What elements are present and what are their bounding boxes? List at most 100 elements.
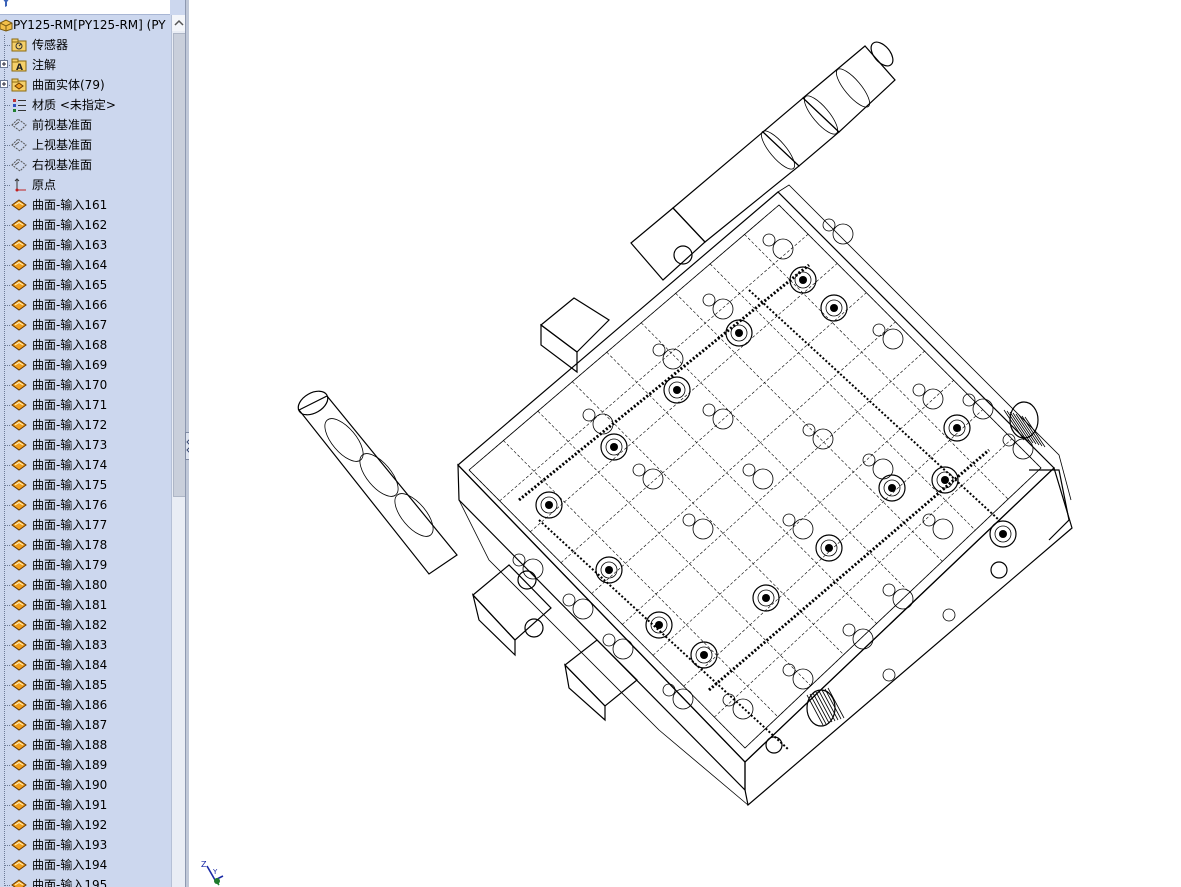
tree-item-label: 曲面-输入165: [32, 278, 108, 292]
tree-root-label: PY125-RM[PY125-RM] (PY: [13, 18, 166, 32]
tree-item[interactable]: 曲面-输入184: [0, 655, 172, 675]
tree-item[interactable]: 曲面-输入192: [0, 815, 172, 835]
plane-icon: [11, 138, 27, 152]
surface-import-icon: [11, 679, 27, 691]
tree-item-label: 曲面-输入180: [32, 578, 108, 592]
filter-icon[interactable]: [1, 0, 11, 8]
tree-item[interactable]: 曲面实体(79): [0, 75, 172, 95]
tree-item-label: 曲面-输入162: [32, 218, 108, 232]
tree-item[interactable]: 曲面-输入165: [0, 275, 172, 295]
tree-item-label: 曲面-输入194: [32, 858, 108, 872]
surface-import-icon: [11, 219, 27, 231]
triad-y-label: Y: [213, 868, 218, 876]
tree-item-label: 曲面-输入183: [32, 638, 108, 652]
tree-item[interactable]: A 注解: [0, 55, 172, 75]
tree-item[interactable]: 曲面-输入181: [0, 595, 172, 615]
wireframe-model[interactable]: [189, 0, 1181, 887]
tree-item[interactable]: 曲面-输入173: [0, 435, 172, 455]
surface-import-icon: [11, 759, 27, 771]
expand-icon[interactable]: [0, 80, 8, 88]
surface-import-icon: [11, 499, 27, 511]
tree-item[interactable]: 曲面-输入183: [0, 635, 172, 655]
tree-item[interactable]: 曲面-输入185: [0, 675, 172, 695]
tree-item[interactable]: 曲面-输入162: [0, 215, 172, 235]
tree-item-label: 曲面-输入178: [32, 538, 108, 552]
tree-item-label: 原点: [32, 178, 57, 192]
tree-item[interactable]: 传感器: [0, 35, 172, 55]
tree-item[interactable]: 曲面-输入195: [0, 875, 172, 887]
surface-import-icon: [11, 359, 27, 371]
surface-import-icon: [11, 279, 27, 291]
tree-rows: PY125-RM[PY125-RM] (PY 传感器 A 注解 曲面实体(79) 材质 <…: [0, 15, 172, 887]
tree-item[interactable]: 曲面-输入190: [0, 775, 172, 795]
tree-item-label: 右视基准面: [32, 158, 93, 172]
tree-item[interactable]: 曲面-输入172: [0, 415, 172, 435]
tree-item-label: 曲面-输入161: [32, 198, 108, 212]
tree-item[interactable]: 材质 <未指定>: [0, 95, 172, 115]
surface-import-icon: [11, 859, 27, 871]
feature-manager-tree: PY125-RM[PY125-RM] (PY 传感器 A 注解 曲面实体(79) 材质 <…: [0, 0, 185, 887]
surface-import-icon: [11, 799, 27, 811]
tree-item[interactable]: 原点: [0, 175, 172, 195]
surface-import-icon: [11, 419, 27, 431]
part-icon: [0, 19, 13, 32]
tree-root-part[interactable]: PY125-RM[PY125-RM] (PY: [0, 15, 172, 35]
surface-import-icon: [11, 339, 27, 351]
tree-item-label: 材质 <未指定>: [32, 98, 116, 112]
surface-import-icon: [11, 479, 27, 491]
tree-item-label: 曲面-输入191: [32, 798, 108, 812]
tree-item[interactable]: 曲面-输入177: [0, 515, 172, 535]
chevron-up-icon: [174, 19, 184, 26]
tree-item-label: 注解: [32, 58, 57, 72]
tree-item[interactable]: 曲面-输入161: [0, 195, 172, 215]
surface-import-icon: [11, 519, 27, 531]
surface-import-icon: [11, 379, 27, 391]
tree-item-label: 曲面-输入193: [32, 838, 108, 852]
tree-item[interactable]: 曲面-输入163: [0, 235, 172, 255]
tree-item-label: 曲面-输入164: [32, 258, 108, 272]
plane-icon: [11, 158, 27, 172]
tree-item[interactable]: 上视基准面: [0, 135, 172, 155]
tree-item[interactable]: 曲面-输入178: [0, 535, 172, 555]
tree-item[interactable]: 曲面-输入182: [0, 615, 172, 635]
tree-item[interactable]: 曲面-输入189: [0, 755, 172, 775]
tree-item[interactable]: 曲面-输入194: [0, 855, 172, 875]
tree-item[interactable]: 曲面-输入187: [0, 715, 172, 735]
tree-item-label: 曲面-输入174: [32, 458, 108, 472]
tree-item-label: 曲面-输入185: [32, 678, 108, 692]
tree-item-label: 曲面-输入175: [32, 478, 108, 492]
tree-item-label: 曲面-输入187: [32, 718, 108, 732]
tree-item[interactable]: 前视基准面: [0, 115, 172, 135]
tree-item-label: 前视基准面: [32, 118, 93, 132]
tree-item[interactable]: 曲面-输入170: [0, 375, 172, 395]
tree-item[interactable]: 曲面-输入164: [0, 255, 172, 275]
scroll-thumb[interactable]: [173, 33, 185, 497]
tree-item[interactable]: 曲面-输入180: [0, 575, 172, 595]
tree-scrollbar[interactable]: [171, 15, 185, 887]
tree-item[interactable]: 曲面-输入168: [0, 335, 172, 355]
surface-import-icon: [11, 719, 27, 731]
tree-item-label: 曲面-输入170: [32, 378, 108, 392]
tree-item[interactable]: 右视基准面: [0, 155, 172, 175]
material-icon: [13, 99, 26, 112]
surface-import-icon: [11, 199, 27, 211]
tree-item[interactable]: 曲面-输入176: [0, 495, 172, 515]
tree-item[interactable]: 曲面-输入175: [0, 475, 172, 495]
tree-item-label: 曲面-输入169: [32, 358, 108, 372]
tree-item[interactable]: 曲面-输入174: [0, 455, 172, 475]
tree-item[interactable]: 曲面-输入191: [0, 795, 172, 815]
tree-item-label: 传感器: [32, 38, 69, 52]
graphics-area[interactable]: Z Y: [189, 0, 1181, 887]
tree-item[interactable]: 曲面-输入167: [0, 315, 172, 335]
tree-item-label: 曲面-输入173: [32, 438, 108, 452]
tree-item[interactable]: 曲面-输入171: [0, 395, 172, 415]
tree-item[interactable]: 曲面-输入166: [0, 295, 172, 315]
tree-item[interactable]: 曲面-输入188: [0, 735, 172, 755]
tree-item[interactable]: 曲面-输入169: [0, 355, 172, 375]
tree-item[interactable]: 曲面-输入186: [0, 695, 172, 715]
tree-item-label: 曲面-输入181: [32, 598, 108, 612]
expand-icon[interactable]: [0, 60, 8, 68]
scroll-up-button[interactable]: [172, 15, 185, 31]
tree-item[interactable]: 曲面-输入193: [0, 835, 172, 855]
tree-item[interactable]: 曲面-输入179: [0, 555, 172, 575]
